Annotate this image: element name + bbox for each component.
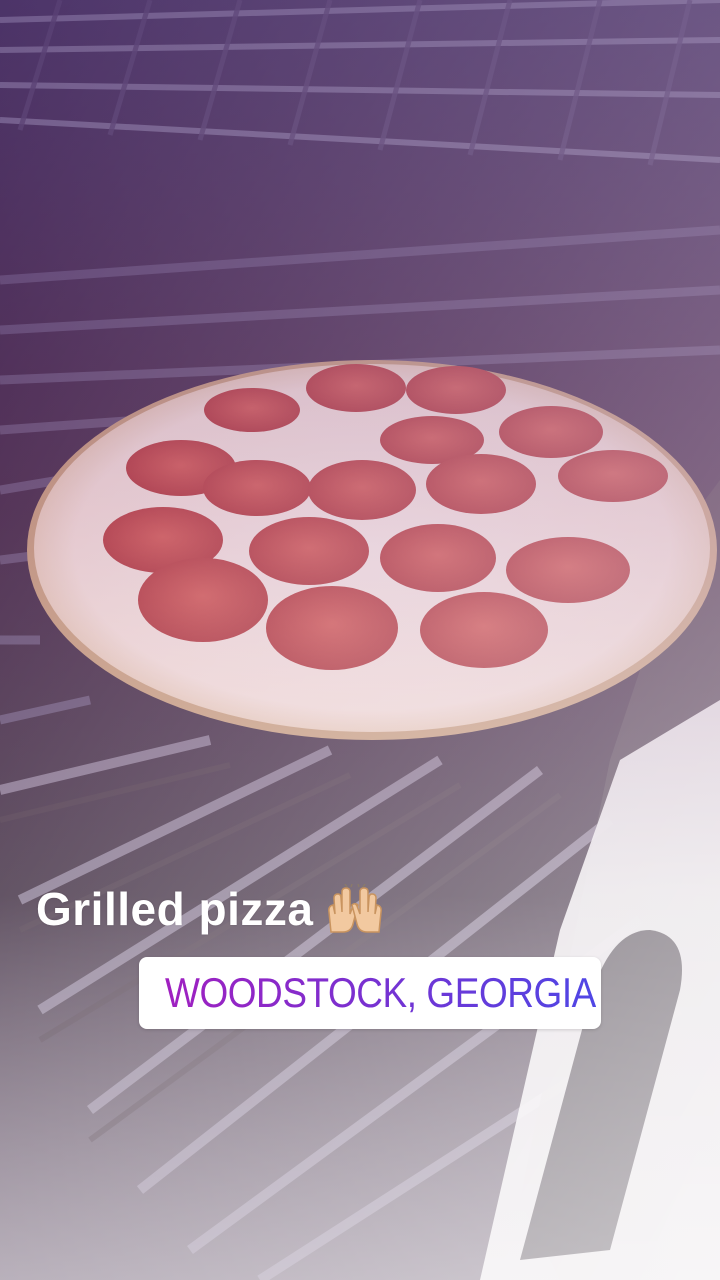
caption-text: Grilled pizza bbox=[36, 883, 314, 935]
grilled-pizza-photo bbox=[0, 0, 720, 1280]
location-sticker[interactable]: WOODSTOCK, GEORGIA bbox=[139, 957, 601, 1029]
location-name: WOODSTOCK, GEORGIA bbox=[165, 969, 596, 1016]
story-caption[interactable]: Grilled pizza bbox=[36, 882, 385, 936]
raised-hands-emoji-icon bbox=[328, 884, 383, 933]
story-canvas: Grilled pizza WOODSTOCK, GEORGIA bbox=[0, 0, 720, 1280]
